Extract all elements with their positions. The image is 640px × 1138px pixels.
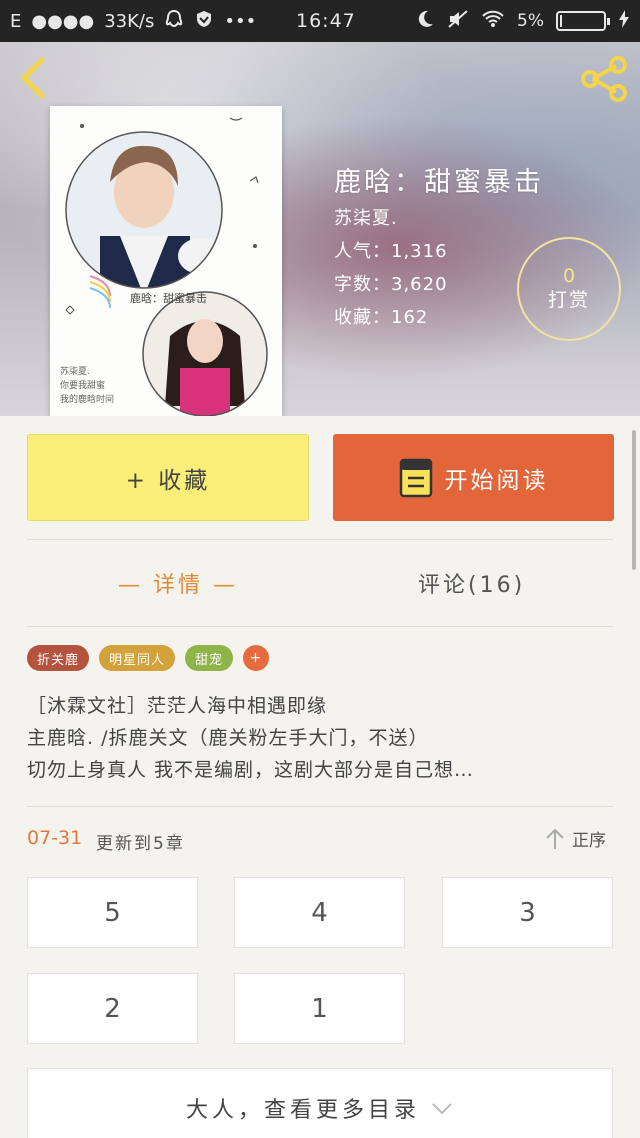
qq-icon	[164, 9, 184, 34]
book-author[interactable]: 苏柒夏.	[334, 204, 398, 230]
divider	[27, 806, 613, 807]
cover-caption: 鹿晗：甜蜜暴击	[130, 291, 207, 305]
chevron-left-icon	[21, 57, 45, 99]
book-word-count: 字数：3,620	[334, 274, 448, 295]
tab-details[interactable]: — 详情 —	[118, 560, 238, 606]
book-cover[interactable]: 鹿晗：甜蜜暴击 苏柒夏. 你要我甜蜜 我的鹿晗时间	[50, 106, 282, 416]
chapter-button[interactable]: 4	[234, 877, 405, 948]
signal-icon: ●●●●	[31, 10, 95, 32]
tab-comments[interactable]: 评论(16)	[418, 560, 525, 606]
shield-icon	[194, 9, 214, 34]
divider	[27, 539, 613, 540]
tag-item[interactable]: 折关鹿	[27, 645, 90, 671]
share-icon	[581, 56, 627, 102]
status-right: 5%	[415, 0, 630, 42]
share-button[interactable]	[578, 54, 630, 104]
chapter-button[interactable]: 5	[27, 877, 198, 948]
update-date: 07-31	[27, 827, 83, 849]
book-header: 鹿晗：甜蜜暴击 苏柒夏. 你要我甜蜜 我的鹿晗时间 鹿晗：甜蜜暴击 苏柒夏. 人…	[0, 42, 640, 416]
start-reading-button[interactable]: 开始阅读	[333, 434, 614, 521]
charging-icon	[618, 9, 630, 34]
start-reading-label: 开始阅读	[444, 467, 549, 494]
tag-list: 折关鹿 明星同人 甜宠 +	[27, 645, 270, 671]
sort-order-label: 正序	[572, 831, 606, 851]
sort-order-button[interactable]: 正序	[544, 826, 606, 851]
wifi-icon	[481, 9, 505, 34]
cover-note-3: 我的鹿晗时间	[60, 393, 114, 405]
add-tag-button[interactable]: +	[243, 645, 270, 671]
arrow-up-icon	[546, 828, 564, 849]
book-description[interactable]: ［沐霖文社］茫茫人海中相遇即缘 主鹿晗. /拆鹿关文（鹿关粉左手大门，不送） 切…	[27, 690, 607, 786]
cover-note-1: 苏柒夏.	[60, 365, 90, 377]
chapter-button[interactable]: 3	[442, 877, 613, 948]
network-speed: 33K/s	[104, 10, 155, 32]
tip-button[interactable]: 0 打赏	[517, 237, 621, 341]
book-favorites: 收藏：162	[334, 307, 429, 328]
tip-count: 0	[562, 265, 576, 287]
more-chapters-button[interactable]: 大人，查看更多目录	[27, 1068, 613, 1138]
battery-icon	[556, 11, 610, 31]
status-left: E ●●●● 33K/s •••	[10, 0, 256, 42]
battery-percent: 5%	[517, 11, 544, 31]
chapter-button[interactable]: 2	[27, 973, 198, 1044]
tag-item[interactable]: 明星同人	[99, 645, 176, 671]
add-favorite-button[interactable]: + 收藏	[27, 434, 309, 521]
cover-illustration: 鹿晗：甜蜜暴击 苏柒夏. 你要我甜蜜 我的鹿晗时间	[60, 117, 268, 416]
tag-item[interactable]: 甜宠	[185, 645, 234, 671]
moon-icon	[415, 9, 435, 34]
description-line: 主鹿晗. /拆鹿关文（鹿关粉左手大门，不送）	[27, 727, 429, 749]
back-button[interactable]	[14, 56, 54, 100]
book-title: 鹿晗：甜蜜暴击	[334, 167, 544, 198]
divider	[27, 626, 613, 627]
more-chapters-label: 大人，查看更多目录	[185, 1098, 420, 1123]
add-favorite-label: + 收藏	[125, 467, 211, 494]
clock: 16:47	[296, 10, 356, 32]
chapter-button[interactable]: 1	[234, 973, 405, 1044]
description-line: ［沐霖文社］茫茫人海中相遇即缘	[27, 695, 328, 717]
book-icon	[399, 458, 432, 497]
chevron-down-icon	[432, 1103, 452, 1115]
scrollbar[interactable]	[632, 430, 636, 570]
book-popularity: 人气：1,316	[334, 241, 448, 262]
network-type: E	[10, 10, 22, 32]
more-dots-icon: •••	[224, 10, 257, 32]
cover-note-2: 你要我甜蜜	[60, 379, 105, 391]
status-bar: E ●●●● 33K/s ••• 16:47 5%	[0, 0, 640, 42]
mute-icon	[447, 9, 469, 34]
description-line: 切勿上身真人 我不是编剧，这剧大部分是自己想…	[27, 759, 475, 781]
update-status: 更新到5章	[96, 834, 185, 854]
tip-label: 打赏	[547, 289, 590, 311]
